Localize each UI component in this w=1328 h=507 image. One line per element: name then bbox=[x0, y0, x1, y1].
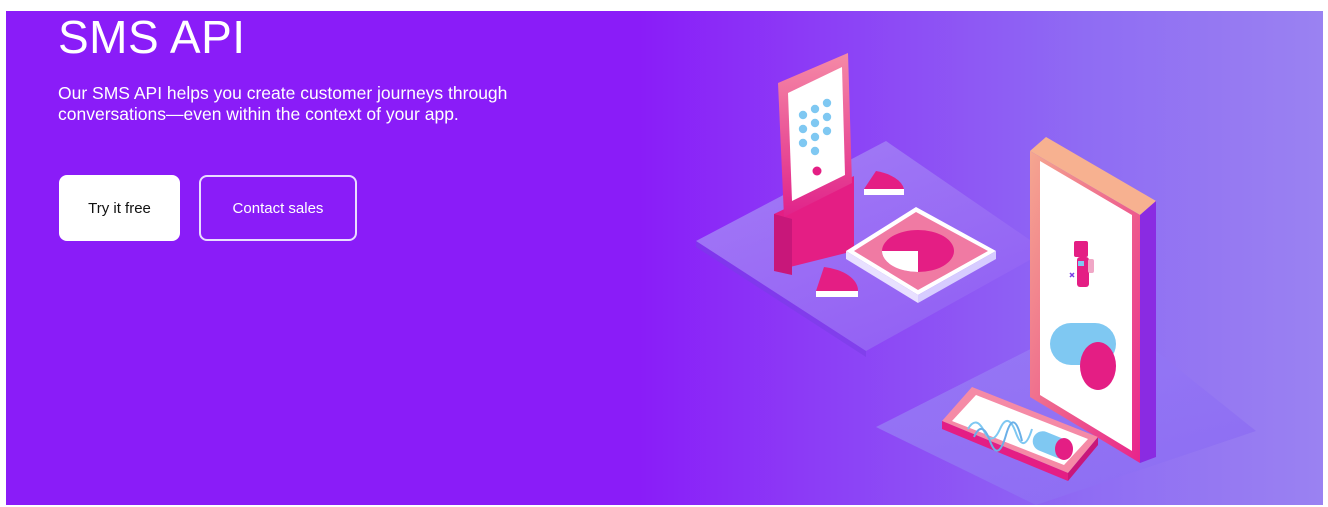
hero-banner: SMS API Our SMS API helps you create cus… bbox=[6, 11, 1323, 505]
isometric-phones-illustration bbox=[696, 53, 1256, 505]
keypad-phone bbox=[774, 53, 854, 275]
